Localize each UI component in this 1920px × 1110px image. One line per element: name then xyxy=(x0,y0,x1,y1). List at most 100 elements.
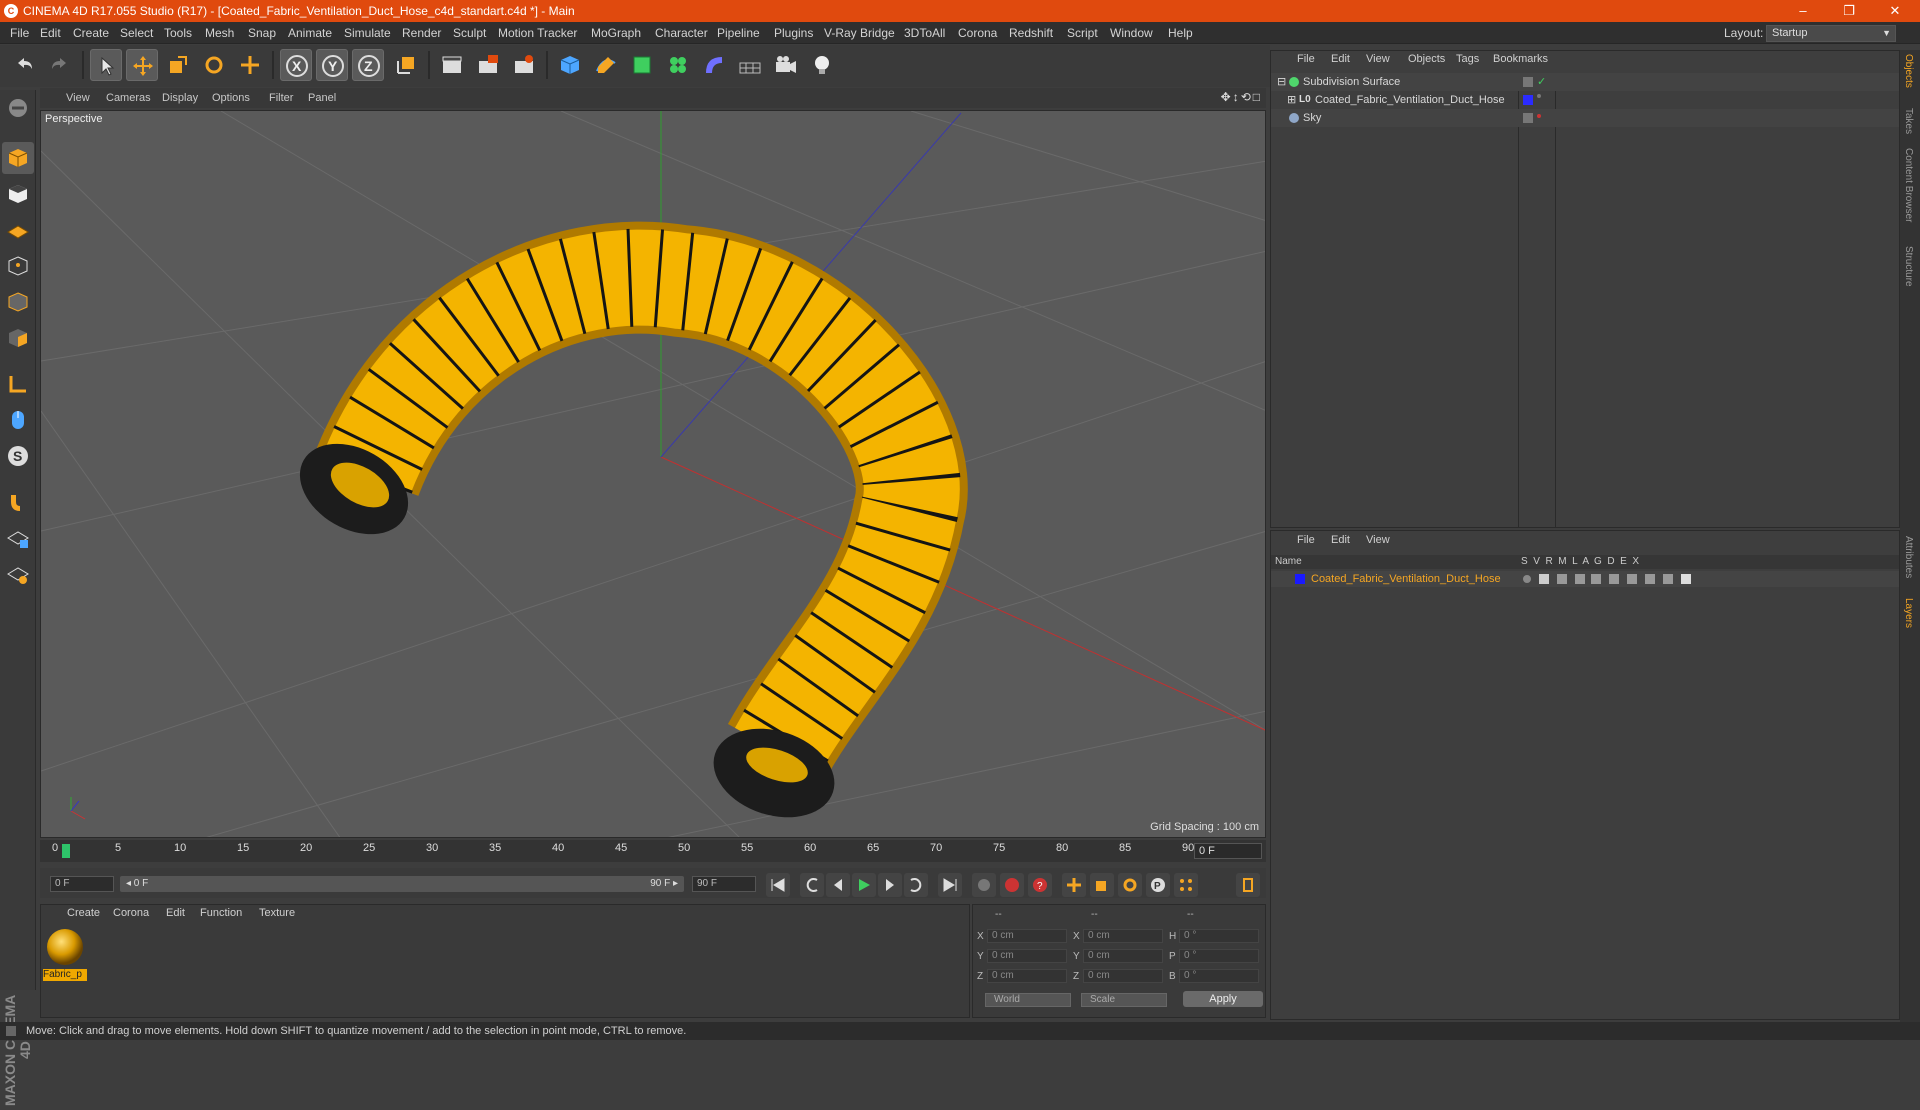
menu-script[interactable]: Script xyxy=(1067,22,1098,44)
keyframe-selection-button[interactable]: ? xyxy=(1028,873,1052,897)
add-mograph-button[interactable] xyxy=(662,49,694,81)
menu-render[interactable]: Render xyxy=(402,22,441,44)
apply-button[interactable]: Apply xyxy=(1183,991,1263,1007)
objects-menu-edit[interactable]: Edit xyxy=(1331,53,1350,65)
workplane-lock-button[interactable] xyxy=(2,522,34,554)
add-spline-button[interactable] xyxy=(590,49,622,81)
layer-color-swatch[interactable] xyxy=(1295,574,1305,584)
scale-key-button[interactable] xyxy=(1090,873,1114,897)
close-button[interactable]: ✕ xyxy=(1872,0,1918,22)
menu-mesh[interactable]: Mesh xyxy=(205,22,234,44)
position-key-button[interactable] xyxy=(1062,873,1086,897)
expression-icon[interactable] xyxy=(1663,574,1673,584)
tab-structure[interactable]: Structure xyxy=(1903,246,1914,287)
viewport-menu-cameras[interactable]: Cameras xyxy=(106,88,151,108)
menu-create[interactable]: Create xyxy=(73,22,109,44)
lock-icon[interactable] xyxy=(1591,574,1601,584)
points-mode-button[interactable] xyxy=(2,250,34,282)
add-subdivision-button[interactable] xyxy=(626,49,658,81)
menu-plugins[interactable]: Plugins xyxy=(774,22,813,44)
transform-tool-button[interactable] xyxy=(234,49,266,81)
menu-pipeline[interactable]: Pipeline xyxy=(717,22,760,44)
material-menu-texture[interactable]: Texture xyxy=(259,907,295,919)
menu-snap[interactable]: Snap xyxy=(248,22,276,44)
render-settings-button[interactable] xyxy=(508,49,540,81)
menu-help[interactable]: Help xyxy=(1168,22,1193,44)
object-row-duct-hose[interactable]: ⊞ L0 Coated_Fabric_Ventilation_Duct_Hose xyxy=(1271,91,1899,109)
tab-objects[interactable]: Objects xyxy=(1903,54,1914,88)
enabled-check-icon[interactable]: ✓ xyxy=(1537,73,1546,91)
render-view-button[interactable] xyxy=(436,49,468,81)
objects-menu-bookmarks[interactable]: Bookmarks xyxy=(1493,53,1548,65)
eye-icon[interactable] xyxy=(1539,574,1549,584)
maximize-button[interactable]: ❐ xyxy=(1826,0,1872,22)
viewport-menu-filter[interactable]: Filter xyxy=(269,88,293,108)
rotate-tool-button[interactable] xyxy=(198,49,230,81)
coordinate-system-button[interactable] xyxy=(390,49,422,81)
snapping-button[interactable] xyxy=(2,486,34,518)
tab-takes[interactable]: Takes xyxy=(1903,108,1914,134)
move-tool-button[interactable] xyxy=(126,49,158,81)
animation-icon[interactable] xyxy=(1609,574,1619,584)
expand-icon[interactable]: ⊟ xyxy=(1277,73,1286,91)
size-y-field[interactable]: 0 cm xyxy=(1083,949,1163,963)
start-frame-field[interactable]: 0 F xyxy=(50,876,114,892)
material-swatch[interactable] xyxy=(43,927,87,967)
material-menu-edit[interactable]: Edit xyxy=(166,907,185,919)
generator-icon[interactable] xyxy=(1627,574,1637,584)
add-floor-button[interactable] xyxy=(734,49,766,81)
menu-file[interactable]: File xyxy=(10,22,29,44)
rotation-key-button[interactable] xyxy=(1118,873,1142,897)
objects-menu-tags[interactable]: Tags xyxy=(1456,53,1479,65)
axis-mode-button[interactable] xyxy=(2,368,34,400)
material-menu-corona[interactable]: Corona xyxy=(113,907,149,919)
scale-tool-button[interactable] xyxy=(162,49,194,81)
z-axis-lock-button[interactable]: Z xyxy=(352,49,384,81)
visibility-dot-icon[interactable] xyxy=(1537,94,1541,98)
add-cube-button[interactable] xyxy=(554,49,586,81)
menu-select[interactable]: Select xyxy=(120,22,153,44)
add-deformer-button[interactable] xyxy=(698,49,730,81)
rot-b-field[interactable]: 0 ° xyxy=(1179,969,1259,983)
playhead[interactable] xyxy=(62,844,70,858)
menu-character[interactable]: Character xyxy=(655,22,708,44)
menu-corona[interactable]: Corona xyxy=(958,22,997,44)
live-selection-button[interactable] xyxy=(90,49,122,81)
objects-menu-view[interactable]: View xyxy=(1366,53,1390,65)
pos-y-field[interactable]: 0 cm xyxy=(987,949,1067,963)
deformer-icon[interactable] xyxy=(1645,574,1655,584)
play-button[interactable] xyxy=(852,873,876,897)
tweak-mode-button[interactable] xyxy=(2,404,34,436)
next-frame-button[interactable] xyxy=(878,873,902,897)
polygons-mode-button[interactable] xyxy=(2,322,34,354)
object-row-sky[interactable]: Sky xyxy=(1271,109,1899,127)
model-mode-button[interactable] xyxy=(2,142,34,174)
menu-window[interactable]: Window xyxy=(1110,22,1153,44)
preview-range-slider[interactable]: ◂ 0 F 90 F ▸ xyxy=(120,876,684,892)
material-menu-create[interactable]: Create xyxy=(67,907,100,919)
menu-edit[interactable]: Edit xyxy=(40,22,61,44)
timeline-ruler[interactable]: 0 5 10 15 20 25 30 35 40 45 50 55 60 65 … xyxy=(40,840,1266,862)
menu-mograph[interactable]: MoGraph xyxy=(591,22,641,44)
rot-p-field[interactable]: 0 ° xyxy=(1179,949,1259,963)
viewport-menu-panel[interactable]: Panel xyxy=(308,88,336,108)
material-menu-function[interactable]: Function xyxy=(200,907,242,919)
edges-mode-button[interactable] xyxy=(2,286,34,318)
size-z-field[interactable]: 0 cm xyxy=(1083,969,1163,983)
objects-menu-objects[interactable]: Objects xyxy=(1408,53,1445,65)
texture-mode-button[interactable] xyxy=(2,178,34,210)
parameter-key-button[interactable]: P xyxy=(1146,873,1170,897)
point-level-key-button[interactable] xyxy=(1174,873,1198,897)
menu-animate[interactable]: Animate xyxy=(288,22,332,44)
layout-dropdown[interactable]: Startup ▼ xyxy=(1766,25,1896,42)
tab-layers[interactable]: Layers xyxy=(1903,598,1914,628)
pos-z-field[interactable]: 0 cm xyxy=(987,969,1067,983)
solo-dot-icon[interactable] xyxy=(1523,575,1531,583)
pos-x-field[interactable]: 0 cm xyxy=(987,929,1067,943)
layer-color-swatch[interactable] xyxy=(1523,95,1533,105)
viewport-menu-view[interactable]: View xyxy=(66,88,90,108)
solo-button[interactable]: S xyxy=(2,440,34,472)
tab-content-browser[interactable]: Content Browser xyxy=(1903,148,1914,222)
timeline-window-button[interactable] xyxy=(1236,873,1260,897)
viewport-menu-display[interactable]: Display xyxy=(162,88,198,108)
